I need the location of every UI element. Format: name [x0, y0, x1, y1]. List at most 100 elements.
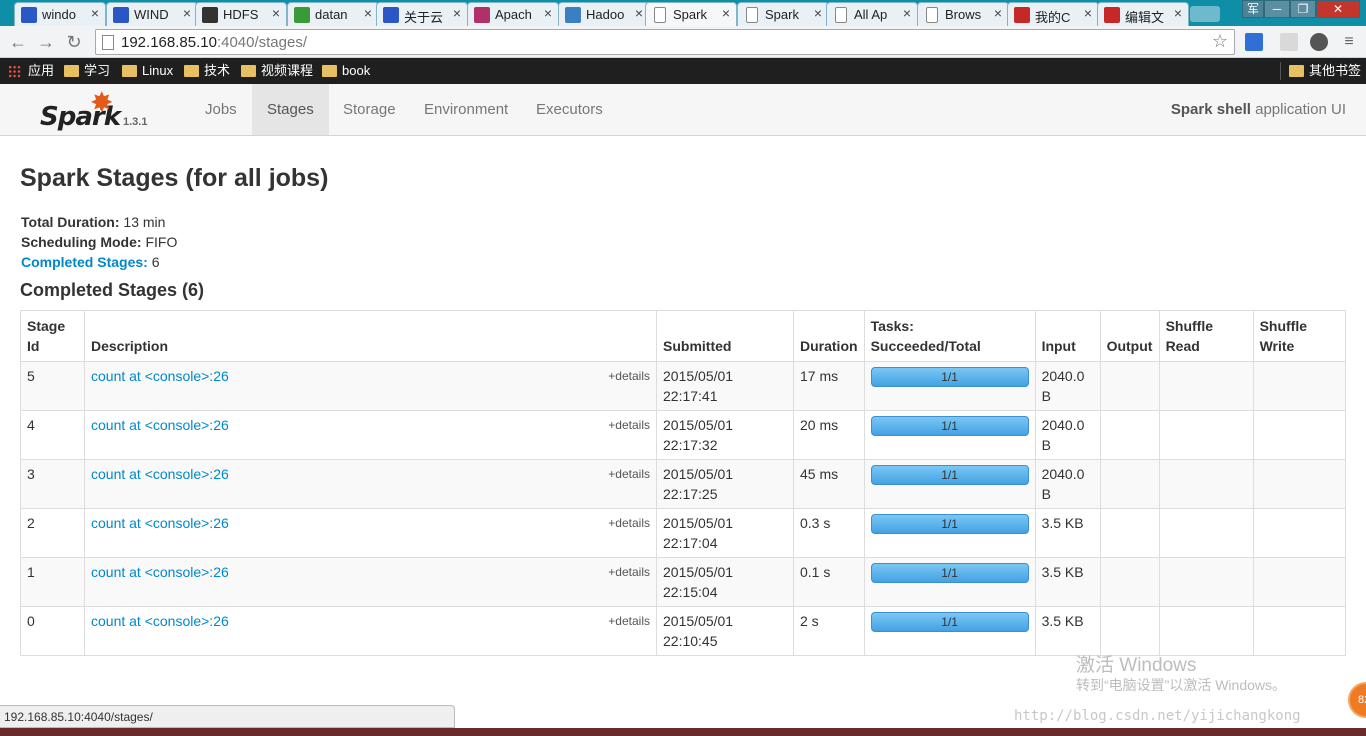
browser-tab[interactable]: HDFS × [195, 2, 287, 26]
other-bookmarks[interactable]: 其他书签 [1289, 62, 1361, 80]
submitted-cell: 2015/05/01 22:10:45 [656, 606, 794, 656]
tab-close-icon[interactable]: × [635, 5, 643, 21]
menu-icon[interactable]: ≡ [1340, 33, 1358, 51]
new-tab-button[interactable] [1190, 6, 1220, 22]
nav-tab-stages[interactable]: Stages [252, 84, 329, 135]
browser-tab[interactable]: Hadoo × [558, 2, 650, 26]
description-cell: count at <console>:26 +details [84, 557, 657, 607]
details-toggle[interactable]: +details [608, 513, 650, 533]
tab-close-icon[interactable]: × [91, 5, 99, 21]
address-url[interactable]: 192.168.85.10:4040/stages/ [121, 34, 307, 51]
nav-tab-storage[interactable]: Storage [328, 84, 411, 135]
browser-tab[interactable]: 编辑文 × [1097, 2, 1189, 26]
back-icon[interactable]: ← [8, 32, 28, 52]
nav-tab-jobs[interactable]: Jobs [190, 84, 252, 135]
extension-pen-icon[interactable] [1280, 33, 1298, 51]
completed-stages-link[interactable]: Completed Stages: [21, 254, 148, 270]
browser-tab[interactable]: WIND × [106, 2, 198, 26]
app-name: Spark shell [1170, 101, 1251, 118]
submitted-date: 2015/05/01 [663, 613, 734, 629]
completed-stages: Completed Stages: 6 [21, 252, 177, 272]
folder-icon [184, 65, 199, 77]
bookmark-item[interactable]: book [322, 62, 370, 80]
minimize-icon[interactable]: ─ [1264, 0, 1290, 18]
spark-version: 1.3.1 [123, 116, 148, 128]
output-cell [1099, 557, 1160, 607]
details-toggle[interactable]: +details [608, 366, 650, 386]
details-toggle[interactable]: +details [608, 464, 650, 484]
col-description[interactable]: Description [84, 310, 657, 362]
user-profile-button[interactable]: 军 [1242, 0, 1264, 18]
browser-tab[interactable]: 我的C × [1007, 2, 1099, 26]
col-tasks[interactable]: Tasks: Succeeded/Total [863, 310, 1036, 362]
col-shuffle-write[interactable]: Shuffle Write [1252, 310, 1346, 362]
tab-close-icon[interactable]: × [183, 5, 191, 21]
tasks-progress-label: 1/1 [941, 370, 958, 384]
nav-tab-executors[interactable]: Executors [521, 84, 618, 135]
tab-label: Brows [945, 7, 982, 22]
tab-close-icon[interactable]: × [1084, 5, 1092, 21]
bookmark-item[interactable]: Linux [122, 62, 173, 80]
browser-tab[interactable]: 关于云 × [376, 2, 468, 26]
tab-close-icon[interactable]: × [722, 5, 730, 21]
folder-icon [64, 65, 79, 77]
table-row: 2 count at <console>:26 +details 2015/05/01… [20, 508, 1346, 558]
browser-tab[interactable]: All Ap × [826, 2, 918, 26]
stage-description-link[interactable]: count at <console>:26 [91, 466, 229, 482]
tasks-progress-label: 1/1 [941, 517, 958, 531]
notification-badge[interactable]: 82 [1348, 682, 1366, 718]
close-window-icon[interactable]: ✕ [1316, 0, 1360, 18]
extension-arrow-icon[interactable] [1245, 33, 1263, 51]
col-input[interactable]: Input [1034, 310, 1101, 362]
col-stage-id[interactable]: Stage Id [20, 310, 85, 362]
url-host: 192.168.85.10 [121, 34, 217, 51]
tab-close-icon[interactable]: × [272, 5, 280, 21]
folder-icon [122, 65, 137, 77]
address-bar[interactable]: 192.168.85.10:4040/stages/ ☆ [95, 29, 1235, 55]
stage-description-link[interactable]: count at <console>:26 [91, 515, 229, 531]
col-shuffle-read[interactable]: Shuffle Read [1158, 310, 1254, 362]
tab-close-icon[interactable]: × [544, 5, 552, 21]
details-toggle[interactable]: +details [608, 611, 650, 631]
browser-tab[interactable]: Apach × [467, 2, 559, 26]
tab-close-icon[interactable]: × [903, 5, 911, 21]
details-toggle[interactable]: +details [608, 562, 650, 582]
extension-circle-icon[interactable] [1310, 33, 1328, 51]
bookmark-item[interactable]: 学习 [64, 62, 110, 80]
col-duration[interactable]: Duration [793, 310, 865, 362]
forward-icon[interactable]: → [36, 32, 56, 52]
tab-close-icon[interactable]: × [1174, 5, 1182, 21]
activate-windows-subtitle: 转到“电脑设置”以激活 Windows。 [1076, 677, 1287, 693]
bookmark-star-icon[interactable]: ☆ [1212, 31, 1228, 52]
reload-icon[interactable]: ↻ [64, 32, 84, 52]
bookmark-item[interactable]: 视频课程 [241, 62, 313, 80]
browser-tab[interactable]: Spark × [645, 2, 737, 26]
folder-icon [241, 65, 256, 77]
completed-stages-heading: Completed Stages (6) [20, 280, 205, 300]
tab-close-icon[interactable]: × [453, 5, 461, 21]
tab-close-icon[interactable]: × [814, 5, 822, 21]
nav-tab-environment[interactable]: Environment [409, 84, 523, 135]
browser-tab[interactable]: Brows × [917, 2, 1009, 26]
details-toggle[interactable]: +details [608, 415, 650, 435]
browser-tab[interactable]: Spark × [737, 2, 829, 26]
bookmark-item[interactable]: 应用 [8, 62, 54, 80]
url-path: :4040/stages/ [216, 34, 308, 51]
bookmark-item[interactable]: 技术 [184, 62, 230, 80]
apps-icon [8, 65, 21, 78]
browser-tab[interactable]: windo × [14, 2, 106, 26]
col-submitted[interactable]: Submitted [656, 310, 794, 362]
other-bookmarks-label: 其他书签 [1309, 63, 1362, 78]
bookmark-label: 应用 [28, 63, 55, 78]
restore-icon[interactable]: ❐ [1290, 0, 1316, 18]
tasks-progress-label: 1/1 [941, 566, 958, 580]
browser-tab[interactable]: datan × [287, 2, 379, 26]
stage-description-link[interactable]: count at <console>:26 [91, 564, 229, 580]
tab-close-icon[interactable]: × [364, 5, 372, 21]
col-output[interactable]: Output [1099, 310, 1160, 362]
stage-description-link[interactable]: count at <console>:26 [91, 613, 229, 629]
tab-close-icon[interactable]: × [994, 5, 1002, 21]
stage-description-link[interactable]: count at <console>:26 [91, 368, 229, 384]
stage-description-link[interactable]: count at <console>:26 [91, 417, 229, 433]
spark-logo[interactable]: Spark ✸ 1.3.1 [40, 87, 160, 132]
